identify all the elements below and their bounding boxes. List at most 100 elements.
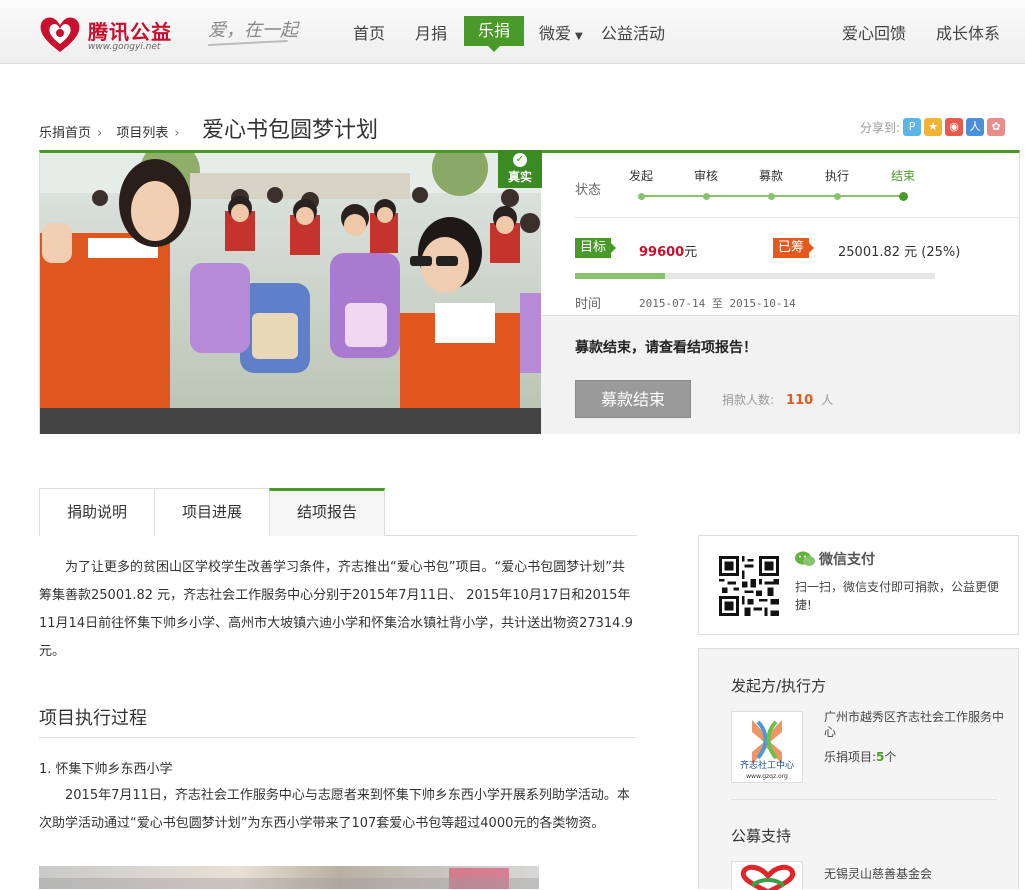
step-finish: 结束 — [873, 167, 933, 201]
item-title: 1. 怀集下帅乡东西小学 — [39, 762, 173, 777]
organization-logo-image: 齐志社工中心 www.gzqz.org — [740, 720, 794, 780]
org-logo-text: 齐志社工中心 — [740, 759, 794, 771]
foundation-name[interactable]: 无锡灵山慈善基金会 — [824, 865, 932, 882]
verified-badge: ✓ 真实 — [498, 150, 542, 188]
donors-label: 捐款人数: — [722, 393, 775, 407]
step-review: 审核 — [676, 167, 736, 200]
organization-name[interactable]: 广州市越秀区齐志社会工作服务中心 — [824, 710, 1004, 740]
wechat-pay-desc: 扫一扫，微信支付即可捐款，公益更便捷! — [795, 580, 1000, 612]
raised-tag: 已筹 — [773, 238, 815, 258]
donation-action-panel: 募款结束，请查看结项报告！ 募款结束 捐款人数: 110 人 — [541, 315, 1019, 434]
breadcrumb-ledonation-home[interactable]: 乐捐首页 — [39, 126, 91, 141]
step-label: 执行 — [824, 169, 849, 183]
project-title: 爱心书包圆梦计划 — [202, 118, 379, 143]
org-logo-url: www.gzqz.org — [746, 773, 788, 780]
fundraising-ended-button[interactable]: 募款结束 — [575, 380, 691, 418]
foundation-logo[interactable] — [731, 861, 803, 890]
donors-unit: 人 — [821, 393, 834, 407]
organizer-sidebar: 发起方/执行方 齐志社工中心 www.gzqz.org 广州市越秀区齐志社会工作… — [698, 648, 1019, 890]
content-tabs: 捐助说明 项目进展 结项报告 — [39, 488, 637, 536]
target-unit: 元 — [684, 245, 698, 260]
step-label: 发起 — [628, 169, 653, 183]
tab-project-progress[interactable]: 项目进展 — [154, 488, 270, 536]
kaixin-share-icon[interactable]: ✿ — [987, 118, 1006, 136]
verified-label: 真实 — [507, 170, 532, 184]
target-tag: 目标 — [575, 238, 617, 258]
step-fundraise: 募款 — [741, 167, 801, 200]
fundraising-progress-bar — [575, 273, 935, 279]
section-title: 项目执行过程 — [39, 708, 147, 729]
org-projects-label: 乐捐项目: — [824, 750, 877, 764]
heart-logo-icon — [40, 17, 80, 52]
nav-charity-events[interactable]: 公益活动 — [601, 20, 665, 44]
wechat-icon — [795, 551, 815, 566]
breadcrumb: 乐捐首页 › 项目列表 › — [39, 122, 190, 141]
tab-final-report[interactable]: 结项报告 — [269, 488, 385, 536]
step-initiate: 发起 — [611, 167, 671, 200]
raised-amount: 25001.82 元 (25%) — [838, 245, 961, 260]
end-notice: 募款结束，请查看结项报告！ — [575, 340, 757, 356]
step-dot-icon — [767, 193, 775, 200]
divider — [575, 217, 1019, 218]
share-label: 分享到: — [860, 120, 901, 135]
nav-growth-system[interactable]: 成长体系 — [936, 20, 1000, 44]
date-separator: 至 — [711, 297, 723, 310]
logo-url: www.gongyi.net — [88, 42, 161, 52]
step-dot-icon — [637, 193, 645, 200]
org-project-count: 乐捐项目:5个 — [824, 748, 896, 765]
logo-text: 腾讯公益 — [88, 20, 172, 44]
project-time-range: 2015-07-14 至 2015-10-14 — [639, 295, 796, 311]
step-label: 审核 — [693, 169, 718, 183]
breadcrumb-separator-icon: › — [174, 126, 180, 141]
share-bar: 分享到: P ★ ◉ 人 ✿ — [860, 118, 1006, 136]
qr-code-icon[interactable] — [719, 556, 779, 616]
weibo-share-icon[interactable]: ◉ — [945, 118, 964, 136]
breadcrumb-separator-icon: › — [97, 126, 103, 141]
renren-share-icon[interactable]: 人 — [966, 118, 985, 136]
nav-love-rewards[interactable]: 爱心回馈 — [842, 20, 906, 44]
activity-photo — [39, 866, 539, 889]
step-execute: 执行 — [807, 167, 867, 200]
star-share-icon[interactable]: ★ — [924, 118, 943, 136]
progress-fill — [575, 273, 665, 279]
top-navigation-bar: 腾讯公益 www.gongyi.net 爱，在一起 首页 月捐 乐捐 微爱 ▼ 公… — [0, 0, 1025, 64]
step-label: 募款 — [758, 169, 783, 183]
slogan: 爱，在一起 — [208, 16, 298, 42]
sidebar-divider — [731, 799, 997, 800]
nav-weiai[interactable]: 微爱 ▼ — [539, 20, 583, 44]
donors-count: 110 — [786, 393, 814, 408]
check-icon: ✓ — [513, 153, 527, 167]
nav-home[interactable]: 首页 — [353, 20, 385, 44]
activity-photo-image — [39, 868, 539, 889]
wechat-pay-box: 微信支付 扫一扫，微信支付即可捐款，公益更便捷! — [698, 535, 1019, 635]
nav-ledonation-active[interactable]: 乐捐 — [464, 16, 524, 52]
qzone-share-icon[interactable]: P — [903, 118, 922, 136]
section-divider — [39, 737, 637, 738]
step-dot-icon — [702, 193, 710, 200]
nav-monthly-donation[interactable]: 月捐 — [415, 20, 447, 44]
foundation-logo-image — [740, 864, 796, 890]
breadcrumb-project-list[interactable]: 项目列表 — [116, 126, 168, 141]
fund-support-title: 公募支持 — [731, 827, 792, 845]
status-label: 状态 — [575, 183, 602, 198]
tencent-gongyi-logo[interactable]: 腾讯公益 www.gongyi.net — [38, 14, 193, 54]
org-projects-unit: 个 — [884, 750, 897, 764]
project-photo — [40, 153, 541, 434]
children-with-backpacks-image — [40, 153, 541, 434]
organizer-title: 发起方/执行方 — [731, 677, 827, 695]
time-label: 时间 — [575, 297, 602, 312]
wechat-pay-title-group: 微信支付 — [795, 549, 875, 569]
organization-logo[interactable]: 齐志社工中心 www.gzqz.org — [731, 711, 803, 783]
end-date: 2015-10-14 — [729, 297, 796, 310]
intro-paragraph: 为了让更多的贫困山区学校学生改善学习条件，齐志推出“爱心书包”项目。“爱心书包圆… — [39, 560, 633, 659]
caret-down-icon: ▼ — [575, 31, 583, 42]
donors-count-group: 捐款人数: 110 人 — [722, 391, 833, 408]
step-label: 结束 — [890, 169, 915, 183]
start-date: 2015-07-14 — [639, 297, 706, 310]
target-amount: 99600 — [639, 245, 685, 260]
project-steps: 发起 审核 募款 执行 结束 — [629, 167, 919, 207]
step-dot-icon — [833, 193, 841, 200]
project-summary: ✓ 真实 状态 发起 审核 募款 执行 结束 目标 99600元 已筹 2500… — [39, 150, 1020, 434]
item-paragraph: 2015年7月11日，齐志社会工作服务中心与志愿者来到怀集下帅乡东西小学开展系列… — [39, 788, 630, 831]
tab-donation-description[interactable]: 捐助说明 — [39, 488, 155, 536]
